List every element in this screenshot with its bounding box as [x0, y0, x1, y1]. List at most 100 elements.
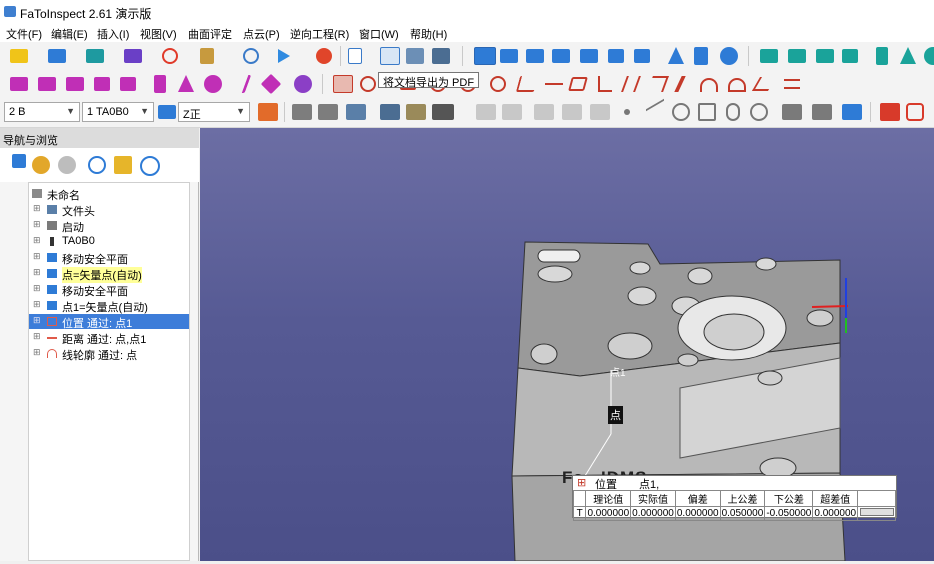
shape-icon[interactable] [812, 104, 832, 120]
symmetry-icon[interactable] [784, 79, 800, 89]
green-surface-icon[interactable] [788, 49, 806, 63]
cylindricity-icon[interactable] [490, 76, 506, 92]
tree-item-vector-point[interactable]: ⊞ 点=矢量点(自动) [29, 266, 189, 283]
expand-icon[interactable]: ⊞ [33, 283, 41, 294]
expand-icon[interactable]: ⊞ [33, 219, 41, 230]
straightness-icon[interactable] [545, 83, 563, 85]
square-view-icon[interactable] [608, 49, 624, 63]
point-cloud-import-icon[interactable] [292, 104, 312, 120]
menu-point-cloud[interactable]: 点云(P) [243, 26, 280, 42]
measure-icon[interactable] [243, 48, 259, 64]
print-preview-icon[interactable] [406, 48, 424, 64]
menu-insert[interactable]: 插入(I) [97, 26, 129, 42]
tree-item-file-header[interactable]: ⊞ 文件头 [29, 202, 189, 218]
workplane-xy-icon[interactable] [474, 47, 496, 65]
probe-tool-icon[interactable] [200, 48, 214, 64]
tree-item-probe[interactable]: ⊞ TA0B0 [29, 234, 189, 249]
probe-direction-icon[interactable] [158, 105, 176, 119]
tree-item-root[interactable]: 未命名 [29, 186, 189, 202]
menu-window[interactable]: 窗口(W) [359, 26, 399, 42]
menu-surface-eval[interactable]: 曲面评定 [188, 26, 232, 42]
profile-icon[interactable] [515, 76, 539, 92]
hide-icon[interactable] [140, 156, 160, 176]
paint-icon[interactable] [406, 104, 426, 120]
box-icon[interactable] [698, 103, 716, 121]
workplane-yz-icon[interactable] [500, 49, 518, 63]
play-icon[interactable] [278, 49, 290, 63]
arrow-right-icon[interactable] [10, 49, 28, 63]
tree-item-safe-plane-2[interactable]: ⊞ 移动安全平面 [29, 282, 189, 298]
magenta-curve-icon[interactable] [230, 75, 252, 93]
magenta-sphere-icon[interactable] [204, 75, 222, 93]
parallelism-icon[interactable] [621, 76, 641, 92]
print-icon[interactable] [432, 48, 450, 64]
workplane-plane-icon[interactable] [552, 49, 570, 63]
green-sphere-icon[interactable] [924, 47, 934, 65]
fish-icon[interactable] [782, 104, 802, 120]
direction-combo[interactable]: Z正 ▼ [178, 102, 250, 122]
expand-icon[interactable]: ⊞ [33, 299, 41, 310]
grid-icon[interactable] [534, 104, 554, 120]
expand-icon[interactable]: ⊞ [33, 235, 41, 246]
magenta-cylinder-icon[interactable] [154, 75, 166, 93]
green-tilt-icon[interactable] [816, 49, 834, 63]
result-callout[interactable]: ⊞ 位置 点1, 理论值 实际值 偏差 上公差 下公差 超差值 T 0.0000… [572, 475, 897, 521]
green-square-icon[interactable] [842, 49, 858, 63]
export-pdf-icon[interactable] [380, 47, 400, 65]
expand-icon[interactable]: ⊞ [33, 331, 41, 342]
cylinder-outline-icon[interactable] [726, 103, 740, 121]
magenta-tilt-icon[interactable] [66, 77, 84, 91]
magenta-square-icon[interactable] [94, 77, 110, 91]
sphere-icon[interactable] [720, 47, 738, 65]
ruler-icon[interactable] [562, 104, 582, 120]
tree-item-start[interactable]: ⊞ 启动 [29, 218, 189, 234]
magenta-plane-icon[interactable] [10, 77, 28, 91]
magenta-torus-icon[interactable] [260, 73, 282, 95]
stop-icon[interactable] [316, 48, 332, 64]
workplane-tilt-icon[interactable] [580, 49, 598, 63]
tree-item-vector-point-1[interactable]: ⊞ 点1=矢量点(自动) [29, 298, 189, 314]
redo-icon[interactable] [58, 156, 76, 174]
lock-icon[interactable] [114, 156, 132, 174]
workplane-zx-icon[interactable] [526, 49, 544, 63]
image-icon[interactable] [346, 104, 366, 120]
magenta-surface-icon[interactable] [38, 77, 56, 91]
tree-item-distance[interactable]: ⊞ 距离 通过: 点,点1 [29, 330, 189, 346]
expand-icon[interactable]: ⊞ [33, 347, 41, 358]
line-profile-tool-icon[interactable] [700, 78, 718, 92]
green-plane-icon[interactable] [760, 49, 778, 63]
expand-icon[interactable]: ⊞ [33, 267, 41, 278]
purple-surface-icon[interactable] [124, 49, 142, 63]
menu-reverse-engineering[interactable]: 逆向工程(R) [290, 26, 349, 42]
surface-icon[interactable] [86, 49, 104, 63]
perpendicularity-icon[interactable] [598, 76, 612, 92]
angularity-icon[interactable] [751, 77, 777, 91]
display-mode-icon[interactable] [432, 104, 454, 120]
menu-view[interactable]: 视图(V) [140, 26, 177, 42]
expand-icon[interactable]: ⊞ [33, 251, 41, 262]
cone-icon[interactable] [668, 47, 684, 64]
runout-icon[interactable] [674, 76, 686, 92]
cad-icon[interactable] [880, 103, 900, 121]
tree-item-safe-plane-1[interactable]: ⊞ 移动安全平面 [29, 250, 189, 266]
menu-edit[interactable]: 编辑(E) [51, 26, 88, 42]
magenta-rect-icon[interactable] [120, 77, 136, 91]
blue-shape-icon[interactable] [842, 104, 862, 120]
expand-icon[interactable]: ⊞ [33, 203, 41, 214]
undo-icon[interactable] [32, 156, 50, 174]
circle-cross-icon[interactable] [360, 76, 376, 92]
purple-ball-icon[interactable] [294, 75, 312, 93]
tree-view-icon[interactable] [12, 154, 26, 168]
home-icon[interactable] [258, 103, 278, 121]
point-icon[interactable] [624, 109, 630, 115]
total-runout-icon[interactable] [647, 76, 669, 92]
grid-select-icon[interactable] [333, 75, 353, 93]
cylinder-icon[interactable] [694, 47, 708, 65]
sphere-outline-icon[interactable] [750, 103, 768, 121]
tree-item-position[interactable]: ⊞ 位置 通过: 点1 [29, 314, 189, 330]
flatness-icon[interactable] [568, 77, 588, 91]
probe-combo[interactable]: 1 TA0B0 ▼ [82, 102, 154, 122]
magenta-cone-icon[interactable] [178, 75, 194, 92]
menu-file[interactable]: 文件(F) [6, 26, 42, 42]
fit-view-icon[interactable] [906, 103, 924, 121]
